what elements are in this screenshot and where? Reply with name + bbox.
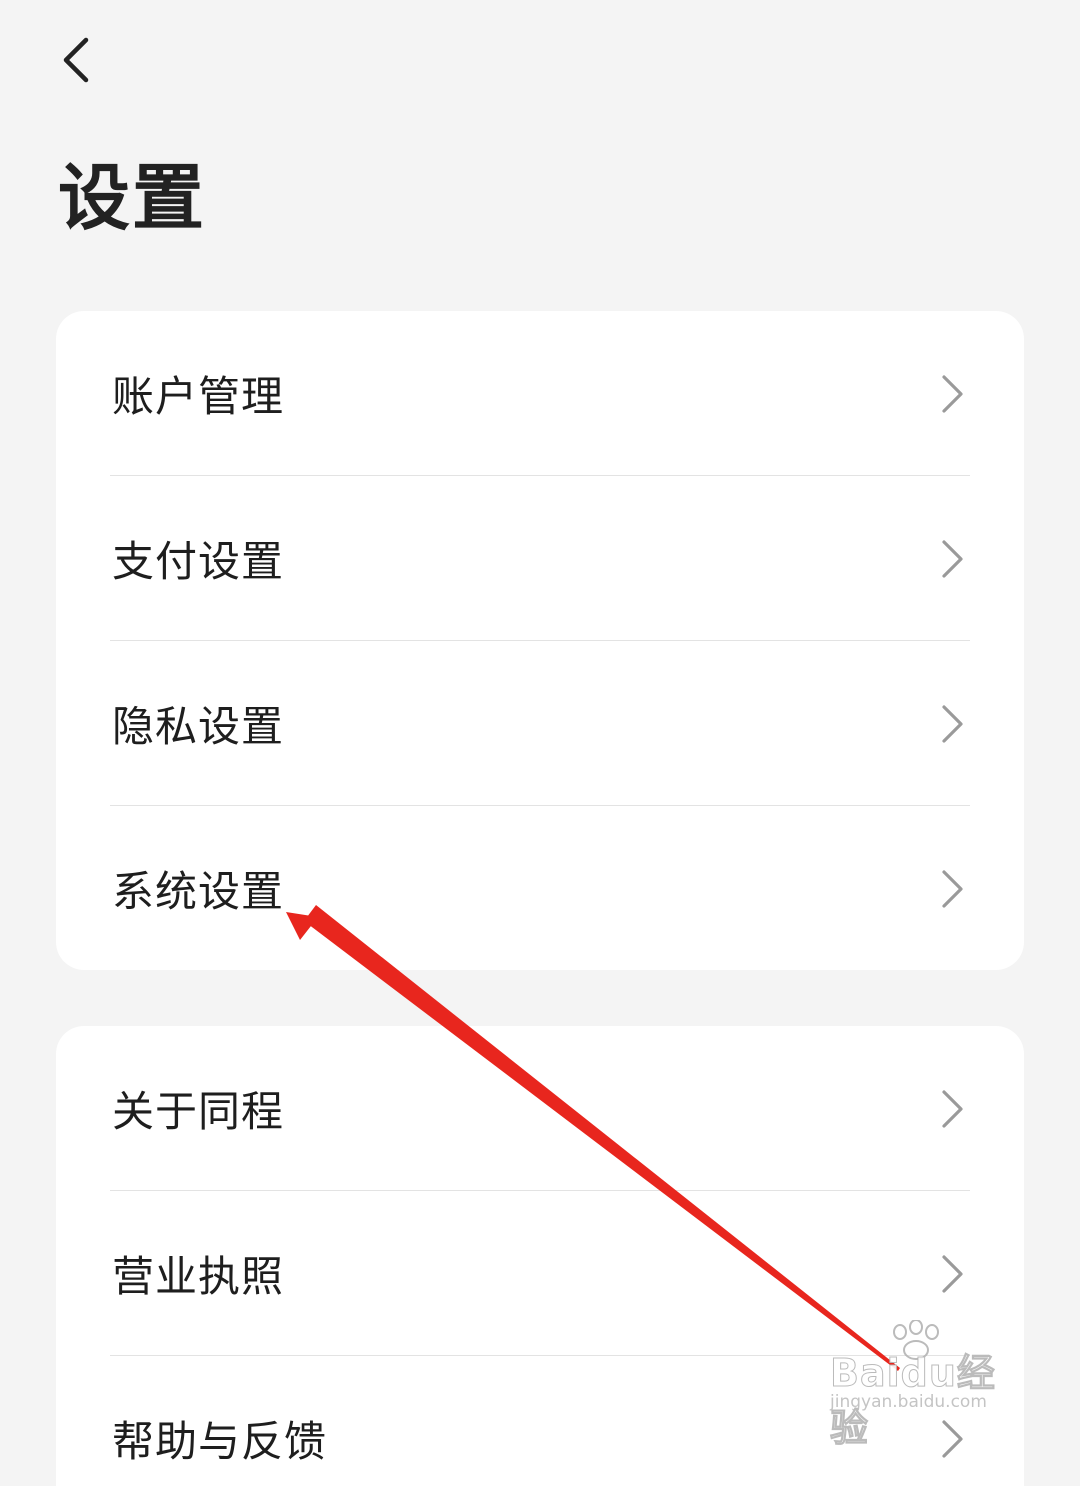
settings-group-main: 账户管理 支付设置 隐私设置 系统设置 (56, 311, 1024, 970)
page-title: 设置 (58, 156, 207, 240)
settings-item-label: 账户管理 (112, 372, 285, 421)
settings-item-label: 系统设置 (112, 867, 285, 916)
chevron-right-icon (942, 374, 963, 413)
settings-item-about[interactable]: 关于同程 (56, 1026, 1024, 1191)
baidu-jingyan-watermark: Baidu经验 jingyan.baidu.com (826, 1320, 1026, 1451)
back-button[interactable] (40, 22, 110, 98)
chevron-right-icon (942, 704, 963, 743)
settings-item-label: 营业执照 (112, 1252, 285, 1301)
chevron-right-icon (942, 539, 963, 578)
settings-item-system[interactable]: 系统设置 (56, 806, 1024, 970)
settings-item-payment[interactable]: 支付设置 (56, 476, 1024, 641)
settings-item-label: 关于同程 (112, 1087, 285, 1136)
chevron-right-icon (942, 1254, 963, 1293)
chevron-right-icon (942, 869, 963, 908)
settings-item-privacy[interactable]: 隐私设置 (56, 641, 1024, 806)
watermark-url: jingyan.baidu.com (830, 1392, 987, 1412)
settings-item-account[interactable]: 账户管理 (56, 311, 1024, 476)
settings-item-label: 支付设置 (112, 537, 285, 586)
chevron-right-icon (942, 1089, 963, 1128)
chevron-left-icon (63, 37, 89, 83)
settings-item-label: 隐私设置 (112, 702, 285, 751)
